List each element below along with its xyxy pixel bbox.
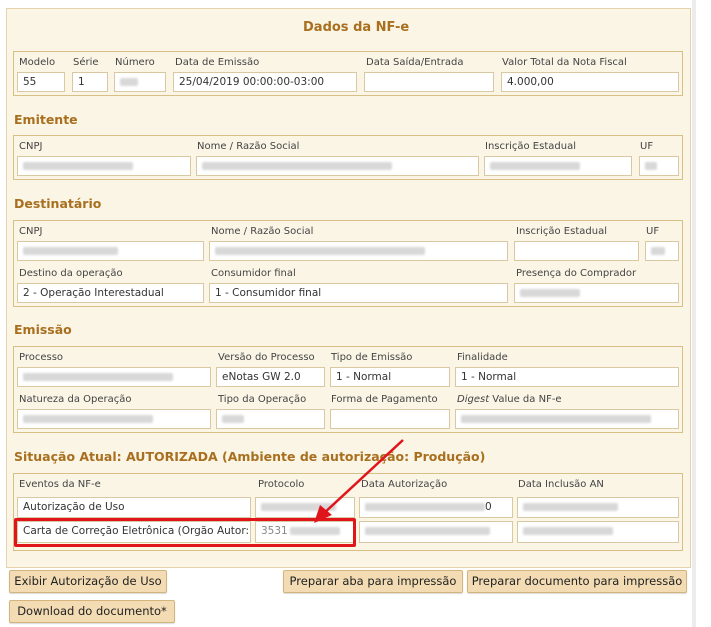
forma-pagamento-field[interactable] — [330, 409, 450, 429]
page-title: Dados da NF-e — [303, 20, 410, 35]
emitente-uf-label: UF — [640, 141, 654, 152]
tipo-emissao-label: Tipo de Emissão — [331, 352, 413, 363]
destinatario-cnpj-label: CNPJ — [19, 226, 43, 237]
redacted-value — [651, 247, 665, 255]
preparar-documento-button[interactable]: Preparar documento para impressão — [467, 570, 687, 593]
data-emissao-label: Data de Emissão — [175, 57, 260, 68]
preparar-aba-button[interactable]: Preparar aba para impressão — [283, 570, 463, 593]
destinatario-nome-label: Nome / Razão Social — [211, 226, 314, 237]
destinatario-uf-label: UF — [646, 226, 660, 237]
evento-row-2-data-inclusao[interactable] — [517, 521, 679, 543]
destinatario-cnpj-field[interactable] — [17, 241, 204, 261]
col-eventos: Eventos da NF-e — [19, 479, 101, 490]
digest-value-field[interactable] — [455, 409, 679, 429]
emitente-heading: Emitente — [14, 112, 78, 127]
digest-word: Digest — [457, 394, 490, 405]
redacted-value — [523, 527, 613, 535]
exibir-autorizacao-button[interactable]: Exibir Autorização de Uso — [9, 570, 167, 593]
consumidor-final-field[interactable]: 1 - Consumidor final — [209, 283, 508, 303]
serie-field[interactable]: 1 — [72, 72, 108, 92]
redacted-value — [461, 415, 651, 423]
redacted-value — [645, 162, 657, 170]
modelo-label: Modelo — [19, 57, 56, 68]
destino-operacao-field[interactable]: 2 - Operação Interestadual — [17, 283, 204, 303]
emitente-cnpj-field[interactable] — [17, 156, 191, 176]
redacted-value — [23, 247, 118, 255]
tipo-emissao-field[interactable]: 1 - Normal — [330, 367, 450, 387]
processo-label: Processo — [19, 352, 64, 363]
consumidor-final-label: Consumidor final — [211, 268, 296, 279]
digest-value-label: Digest Value da NF-e — [457, 394, 562, 405]
presenca-comprador-label: Presença do Comprador — [516, 268, 637, 279]
redacted-value — [520, 289, 580, 297]
forma-pagamento-label: Forma de Pagamento — [331, 394, 438, 405]
versao-processo-field[interactable]: eNotas GW 2.0 — [216, 367, 325, 387]
destinatario-ie-label: Inscrição Estadual — [516, 226, 607, 237]
versao-processo-label: Versão do Processo — [218, 352, 315, 363]
redacted-value — [202, 162, 392, 170]
situacao-heading: Situação Atual: AUTORIZADA (Ambiente de … — [14, 449, 486, 464]
red-arrow-icon — [314, 439, 404, 523]
col-protocolo: Protocolo — [258, 479, 305, 490]
numero-field[interactable] — [114, 72, 166, 92]
emitente-nome-label: Nome / Razão Social — [197, 141, 300, 152]
destino-operacao-label: Destino da operação — [19, 268, 123, 279]
redacted-value — [23, 415, 153, 423]
redacted-value — [523, 503, 618, 511]
numero-label: Número — [115, 57, 155, 68]
finalidade-field[interactable]: 1 - Normal — [455, 367, 679, 387]
window-frame-edge — [692, 0, 696, 627]
download-documento-button[interactable]: Download do documento* — [9, 600, 175, 623]
data-autorizacao-tail: 0 — [485, 501, 492, 513]
destinatario-ie-field[interactable] — [514, 241, 639, 261]
emitente-nome-field[interactable] — [196, 156, 479, 176]
serie-label: Série — [73, 57, 99, 68]
redacted-value — [222, 415, 244, 423]
valor-total-field[interactable]: 4.000,00 — [501, 72, 679, 92]
destinatario-heading: Destinatário — [14, 196, 102, 211]
valor-total-label: Valor Total da Nota Fiscal — [502, 57, 627, 68]
natureza-operacao-label: Natureza da Operação — [19, 394, 132, 405]
data-emissao-field[interactable]: 25/04/2019 00:00:00-03:00 — [173, 72, 357, 92]
emitente-uf-field[interactable] — [639, 156, 679, 176]
data-saida-field[interactable] — [364, 72, 494, 92]
redacted-value — [215, 247, 425, 255]
evento-row-1-evento[interactable]: Autorização de Uso — [17, 497, 251, 518]
redacted-value — [120, 78, 138, 86]
redacted-value — [23, 373, 173, 381]
emitente-ie-field[interactable] — [484, 156, 632, 176]
destinatario-nome-field[interactable] — [209, 241, 508, 261]
finalidade-label: Finalidade — [457, 352, 508, 363]
tipo-operacao-label: Tipo da Operação — [218, 394, 307, 405]
presenca-comprador-field[interactable] — [514, 283, 679, 303]
emitente-cnpj-label: CNPJ — [19, 141, 43, 152]
tipo-operacao-field[interactable] — [216, 409, 325, 429]
processo-field[interactable] — [17, 367, 211, 387]
emissao-heading: Emissão — [14, 322, 72, 337]
redacted-value — [23, 162, 133, 170]
redacted-value — [490, 162, 580, 170]
digest-label-rest: Value da NF-e — [489, 394, 562, 405]
destinatario-uf-field[interactable] — [645, 241, 679, 261]
data-saida-label: Data Saída/Entrada — [366, 57, 464, 68]
emitente-ie-label: Inscrição Estadual — [485, 141, 576, 152]
col-data-inclusao: Data Inclusão AN — [518, 479, 604, 490]
evento-row-1-data-inclusao[interactable] — [517, 497, 679, 518]
modelo-field[interactable]: 55 — [17, 72, 65, 92]
natureza-operacao-field[interactable] — [17, 409, 211, 429]
